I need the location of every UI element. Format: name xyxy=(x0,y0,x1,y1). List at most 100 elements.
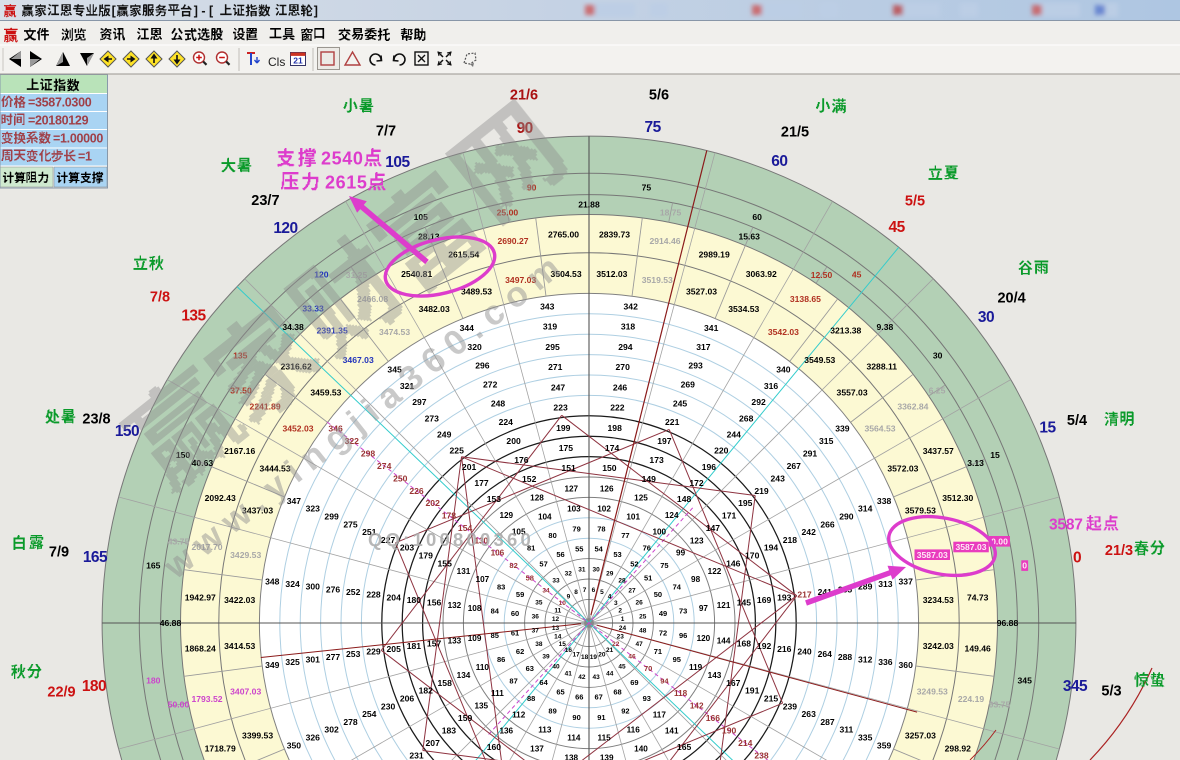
svg-text:336: 336 xyxy=(878,657,893,667)
svg-text:5/4: 5/4 xyxy=(1067,413,1087,429)
svg-text:224.19: 224.19 xyxy=(958,694,985,704)
svg-text:3407.03: 3407.03 xyxy=(230,686,261,696)
svg-text:106: 106 xyxy=(491,549,505,558)
svg-text:3587: 3587 xyxy=(1049,517,1083,534)
svg-text:138: 138 xyxy=(564,754,578,760)
svg-text:23: 23 xyxy=(617,633,625,640)
svg-text:21: 21 xyxy=(606,647,614,654)
svg-text:174: 174 xyxy=(605,443,620,453)
svg-text:2690.27: 2690.27 xyxy=(497,236,528,246)
svg-text:40: 40 xyxy=(552,663,560,670)
svg-text:Cls: Cls xyxy=(268,55,285,69)
svg-text:2: 2 xyxy=(618,607,622,614)
svg-text:34.38: 34.38 xyxy=(282,322,304,332)
svg-text:128: 128 xyxy=(530,494,544,503)
svg-text:178: 178 xyxy=(442,511,457,521)
svg-text:66: 66 xyxy=(575,693,583,702)
svg-text:88: 88 xyxy=(527,694,535,703)
svg-text:92: 92 xyxy=(621,707,629,716)
svg-text:3564.53: 3564.53 xyxy=(864,424,895,434)
svg-text:34: 34 xyxy=(542,587,550,594)
svg-text:179: 179 xyxy=(419,551,434,561)
svg-text:150: 150 xyxy=(602,463,617,473)
svg-text:=20180129: =20180129 xyxy=(28,114,89,128)
svg-text:339: 339 xyxy=(835,424,850,434)
svg-text:52: 52 xyxy=(630,560,638,569)
svg-text:147: 147 xyxy=(706,523,721,533)
svg-text:194: 194 xyxy=(764,543,779,553)
svg-text:20: 20 xyxy=(598,652,606,659)
svg-text:=1.00000: =1.00000 xyxy=(53,132,103,146)
svg-text:313: 313 xyxy=(878,579,893,589)
svg-text:140: 140 xyxy=(634,744,648,753)
svg-text:134: 134 xyxy=(457,671,471,680)
svg-text:198: 198 xyxy=(608,423,623,433)
svg-text:63: 63 xyxy=(526,664,534,673)
svg-text:3063.92: 3063.92 xyxy=(746,269,777,279)
svg-text:228: 228 xyxy=(366,590,381,600)
svg-text:111: 111 xyxy=(491,689,504,698)
svg-text:32: 32 xyxy=(565,570,573,577)
svg-text:165: 165 xyxy=(677,742,692,752)
svg-text:239: 239 xyxy=(783,701,798,711)
svg-text:7/7: 7/7 xyxy=(376,124,396,140)
svg-text:231: 231 xyxy=(409,750,424,760)
svg-text:116: 116 xyxy=(627,726,641,735)
svg-text:223: 223 xyxy=(553,403,568,413)
svg-text:3474.53: 3474.53 xyxy=(379,327,410,337)
svg-text:295: 295 xyxy=(545,342,560,352)
svg-text:266: 266 xyxy=(820,519,835,529)
svg-text:121: 121 xyxy=(717,601,731,610)
svg-text:315: 315 xyxy=(819,436,834,446)
svg-text:8: 8 xyxy=(574,589,578,596)
svg-text:3512.03: 3512.03 xyxy=(596,269,627,279)
svg-text:201: 201 xyxy=(462,462,477,472)
svg-text:300: 300 xyxy=(306,582,321,592)
svg-text:215: 215 xyxy=(764,694,779,704)
svg-text:159: 159 xyxy=(458,713,473,723)
svg-text:220: 220 xyxy=(714,446,729,456)
svg-text:250: 250 xyxy=(393,473,408,483)
svg-text:340: 340 xyxy=(776,365,791,375)
svg-text:104: 104 xyxy=(538,512,552,521)
svg-text:6.25: 6.25 xyxy=(929,386,946,396)
svg-text:3234.53: 3234.53 xyxy=(923,595,954,605)
svg-text:170: 170 xyxy=(745,551,760,561)
svg-text:125: 125 xyxy=(634,494,648,503)
svg-text:3519.53: 3519.53 xyxy=(642,275,673,285)
svg-text:65: 65 xyxy=(556,688,564,697)
svg-text:93: 93 xyxy=(643,694,651,703)
svg-text:1942.97: 1942.97 xyxy=(185,593,216,603)
svg-text:43: 43 xyxy=(592,674,600,681)
svg-text:=1: =1 xyxy=(78,150,92,164)
svg-text:246: 246 xyxy=(613,382,628,392)
svg-text:21.88: 21.88 xyxy=(578,200,600,210)
svg-text:37: 37 xyxy=(532,627,540,634)
svg-text:151: 151 xyxy=(561,463,576,473)
svg-text:349: 349 xyxy=(265,660,280,670)
svg-text:337: 337 xyxy=(899,576,914,586)
svg-text:35: 35 xyxy=(535,600,543,607)
svg-text:0: 0 xyxy=(1022,561,1027,571)
svg-text:48: 48 xyxy=(639,627,647,634)
svg-text:23/8: 23/8 xyxy=(82,412,110,428)
svg-text:60: 60 xyxy=(511,609,519,618)
svg-text:219: 219 xyxy=(754,486,769,496)
svg-text:326: 326 xyxy=(306,733,321,743)
svg-text:30: 30 xyxy=(592,567,600,574)
svg-text:264: 264 xyxy=(818,649,833,659)
svg-text:157: 157 xyxy=(427,639,442,649)
svg-text:335: 335 xyxy=(858,733,873,743)
svg-text:=3587.0300: =3587.0300 xyxy=(28,96,92,110)
svg-text:126: 126 xyxy=(600,484,614,493)
svg-text:359: 359 xyxy=(877,740,892,750)
svg-text:71: 71 xyxy=(654,647,662,656)
svg-text:1: 1 xyxy=(621,616,625,623)
svg-text:7/8: 7/8 xyxy=(150,290,170,306)
svg-text:108: 108 xyxy=(468,604,482,613)
svg-text:240: 240 xyxy=(797,647,812,657)
svg-text:205: 205 xyxy=(387,644,402,654)
svg-text:21/5: 21/5 xyxy=(781,125,809,141)
svg-text:296: 296 xyxy=(475,361,490,371)
svg-text:80: 80 xyxy=(548,531,556,540)
